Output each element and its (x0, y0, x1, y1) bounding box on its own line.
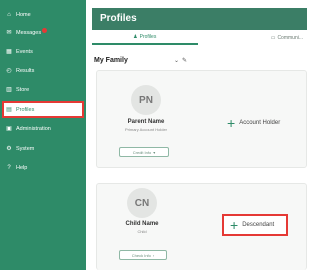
calendar-icon: ▦ (6, 49, 12, 55)
sidebar-item-system[interactable]: ⚙ System (4, 142, 82, 155)
tab-profiles[interactable]: ♟ Profiles (92, 31, 198, 45)
chevron-down-icon: ▾ (153, 149, 156, 155)
results-icon: ◴ (6, 68, 12, 74)
gear-icon: ⚙ (6, 146, 12, 152)
child-name: Child Name (125, 221, 159, 227)
parent-card: PN Parent Name Primary Account Holder Cr… (96, 70, 307, 168)
home-icon: ⌂ (7, 11, 11, 18)
add-account-holder-button[interactable]: + Account Holder (227, 116, 280, 130)
sidebar-item-help[interactable]: ? Help (4, 161, 82, 174)
tab-label: Communi... (277, 35, 303, 41)
notification-badge (42, 28, 48, 33)
plus-icon: + (230, 217, 239, 233)
sidebar-item-profiles[interactable]: ▤ Profiles (2, 101, 84, 118)
parent-role: Primary Account Holder (124, 127, 167, 132)
message-icon: ✉ (6, 30, 12, 36)
sidebar-item-label: Help (16, 164, 28, 171)
sidebar-item-store[interactable]: ▥ Store (4, 83, 82, 96)
sidebar-item-label: Store (16, 86, 30, 93)
page-title-bar: Profiles (92, 8, 307, 30)
credit-info-button[interactable]: Credit Info ▾ (119, 147, 169, 157)
child-role: Child (137, 229, 147, 234)
chevron-right-icon: › (152, 252, 155, 258)
action-label: Descendant (242, 222, 275, 228)
edit-icon[interactable]: ✎ (182, 57, 187, 64)
sidebar-item-label: Home (16, 11, 31, 18)
admin-icon: ▣ (6, 126, 12, 132)
sidebar-item-results[interactable]: ◴ Results (4, 64, 82, 77)
family-title: My Family (94, 57, 128, 64)
chevron-down-icon[interactable]: ⌄ (174, 57, 179, 64)
sidebar-item-administration[interactable]: ▣ Administration (4, 122, 82, 135)
chat-icon: ▭ (270, 35, 276, 41)
avatar: PN (131, 85, 161, 115)
help-icon: ? (7, 164, 11, 171)
sidebar-item-label: Messages (16, 29, 42, 36)
family-controls: ⌄ ✎ (174, 57, 187, 64)
sidebar-item-home[interactable]: ⌂ Home (4, 8, 82, 21)
sidebar-item-label: Results (16, 67, 35, 74)
child-card: CN Child Name Child Check Info › + Desce… (96, 183, 307, 270)
add-descendant-button[interactable]: + Descendant (222, 214, 288, 236)
sidebar: ⌂ Home ✉ Messages ▦ Events ◴ Results ▥ S… (0, 0, 86, 270)
sidebar-item-events[interactable]: ▦ Events (4, 45, 82, 58)
plus-icon: + (227, 115, 236, 131)
tab-bar: ♟ Profiles ▭ Communi... (92, 31, 307, 45)
credit-info-label: Credit Info (132, 149, 152, 155)
avatar: CN (127, 188, 157, 218)
check-info-button[interactable]: Check Info › (119, 250, 167, 260)
parent-name: Parent Name (127, 119, 165, 125)
action-label: Account Holder (239, 120, 281, 126)
tab-label: Profiles (139, 34, 157, 40)
sidebar-item-label: System (16, 145, 35, 152)
user-icon: ♟ (133, 34, 138, 40)
sidebar-item-label: Profiles (16, 106, 35, 113)
sidebar-item-label: Events (16, 48, 33, 55)
tab-communications[interactable]: ▭ Communi... (198, 31, 308, 45)
check-info-label: Check Info (131, 252, 151, 258)
store-icon: ▥ (6, 87, 12, 93)
profile-icon: ▤ (6, 107, 12, 113)
sidebar-item-messages[interactable]: ✉ Messages (4, 26, 82, 39)
sidebar-item-label: Administration (16, 125, 51, 132)
page-title: Profiles (100, 13, 137, 24)
